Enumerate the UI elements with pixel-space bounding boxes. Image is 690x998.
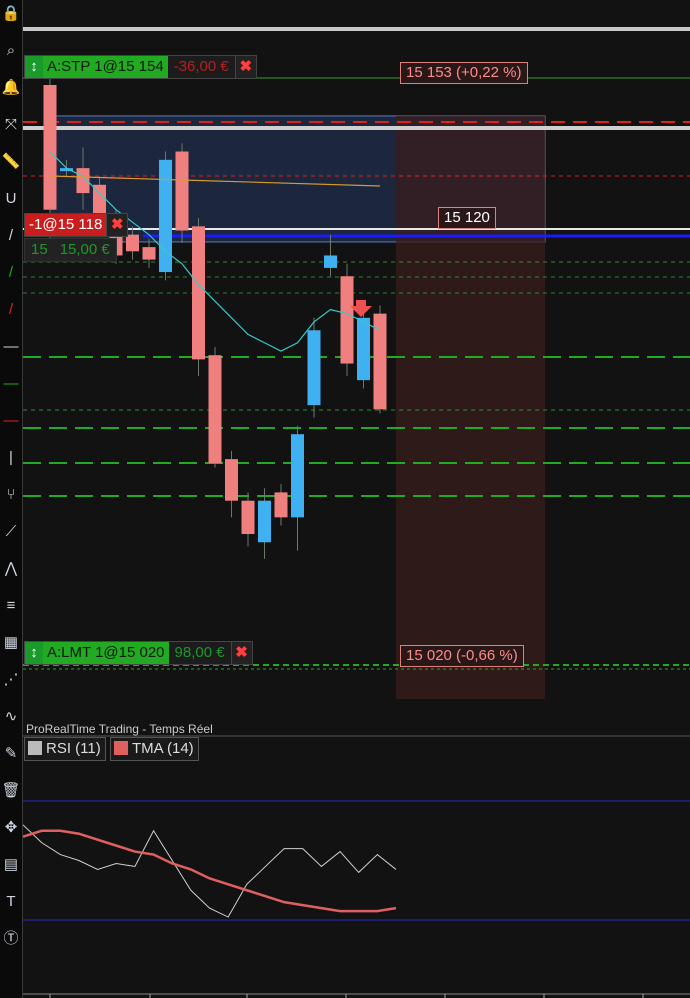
cursor-icon[interactable]: ⤧ — [1, 115, 21, 135]
limit-order-tag[interactable]: ↕ A:LMT 1@15 020 98,00 € ✖ — [24, 641, 253, 665]
limit-order-label: A:LMT 1@15 020 — [43, 642, 169, 664]
drag-handle-icon[interactable]: ↕ — [25, 642, 43, 664]
position-label: -1@15 118 — [25, 214, 107, 236]
close-icon[interactable]: ✖ — [234, 56, 256, 78]
text-circle-icon[interactable]: Ⓣ — [1, 929, 21, 949]
candle — [340, 276, 354, 364]
candle — [208, 355, 222, 464]
text-icon[interactable]: T — [1, 892, 21, 912]
drawing-toolbar: 🔒 ⌕ 🔔 ⤧ 📏 U / / / — — — | ⑂ ⟋ ⋀ ≡ ▦ ⋰ ∿ ✎ 🗑 ✥ ▤ T Ⓣ — [0, 0, 23, 998]
close-icon[interactable]: ✖ — [106, 214, 128, 236]
stop-order-pnl: -36,00 € — [167, 56, 235, 78]
stop-order-tag[interactable]: ↕ A:STP 1@15 154 -36,00 € ✖ — [24, 55, 257, 79]
candle — [192, 226, 205, 360]
candle — [43, 85, 57, 210]
fib-fan-icon[interactable]: ⋰ — [1, 670, 21, 690]
candle — [225, 459, 238, 501]
position-qty: 15 — [25, 239, 54, 261]
gann-icon[interactable]: ▦ — [1, 633, 21, 653]
line-icon[interactable]: / — [1, 226, 21, 246]
wave-icon[interactable]: ∿ — [1, 707, 21, 727]
limit-order-pnl: 98,00 € — [168, 642, 231, 664]
pitchfork-icon[interactable]: ⑂ — [1, 485, 21, 505]
rsi-legend-label: RSI (11) — [46, 740, 101, 757]
ruler-icon[interactable]: 📏 — [1, 152, 21, 172]
line-up-icon[interactable]: / — [1, 263, 21, 283]
magnet-icon[interactable]: U — [1, 189, 21, 209]
horizontal-line-up-icon[interactable]: — — [1, 374, 21, 394]
candle — [324, 255, 337, 268]
tma-legend[interactable]: TMA (14) — [110, 737, 199, 761]
candle — [274, 492, 288, 518]
limit-price-label: 15 020 (-0,66 %) — [400, 645, 524, 667]
alert-icon[interactable]: 🔔 — [1, 78, 21, 98]
candle — [126, 234, 139, 252]
line-down-icon[interactable]: / — [1, 300, 21, 320]
trend-channel-icon[interactable]: ⟋ — [1, 522, 21, 542]
candle — [175, 151, 189, 231]
stop-order-label: A:STP 1@15 154 — [43, 56, 168, 78]
horizontal-line-down-icon[interactable]: — — [1, 411, 21, 431]
current-price-label: 15 120 — [438, 207, 496, 229]
position-tag[interactable]: -1@15 118 ✖ — [24, 213, 129, 237]
candle — [357, 317, 370, 381]
price-chart[interactable] — [23, 0, 690, 998]
stop-price-label: 15 153 (+0,22 %) — [400, 62, 528, 84]
lock-icon[interactable]: 🔒 — [1, 4, 21, 24]
candle — [258, 500, 271, 543]
document-icon[interactable]: ▤ — [1, 855, 21, 875]
candle — [241, 500, 255, 534]
zoom-icon[interactable]: ⌕ — [1, 41, 21, 61]
candle — [291, 434, 304, 518]
close-icon[interactable]: ✖ — [230, 642, 252, 664]
zigzag-icon[interactable]: ⋀ — [1, 559, 21, 579]
tma-line — [23, 829, 397, 913]
vertical-line-icon[interactable]: | — [1, 448, 21, 468]
drag-handle-icon[interactable]: ↕ — [25, 56, 43, 78]
position-pnl-tag: 15 15,00 € — [24, 238, 117, 262]
move-icon[interactable]: ✥ — [1, 818, 21, 838]
rsi-line — [23, 824, 397, 918]
rsi-swatch — [28, 741, 42, 755]
candle — [142, 247, 156, 260]
indicator-panel-title: ProRealTime Trading - Temps Réel — [26, 722, 213, 736]
top-border — [23, 27, 690, 31]
trash-icon[interactable]: 🗑 — [1, 781, 21, 801]
horizontal-line-icon[interactable]: — — [1, 337, 21, 357]
tma-legend-label: TMA (14) — [132, 740, 194, 757]
tools-icon[interactable]: ✎ — [1, 744, 21, 764]
separator-line — [23, 126, 690, 130]
position-pnl: 15,00 € — [53, 239, 116, 261]
rsi-legend[interactable]: RSI (11) — [24, 737, 106, 761]
tma-swatch — [114, 741, 128, 755]
candle — [307, 330, 321, 406]
fibonacci-icon[interactable]: ≡ — [1, 596, 21, 616]
chart-area[interactable]: ↕ A:STP 1@15 154 -36,00 € ✖ 15 153 (+0,2… — [23, 0, 690, 998]
target-zone-rect — [396, 115, 545, 699]
